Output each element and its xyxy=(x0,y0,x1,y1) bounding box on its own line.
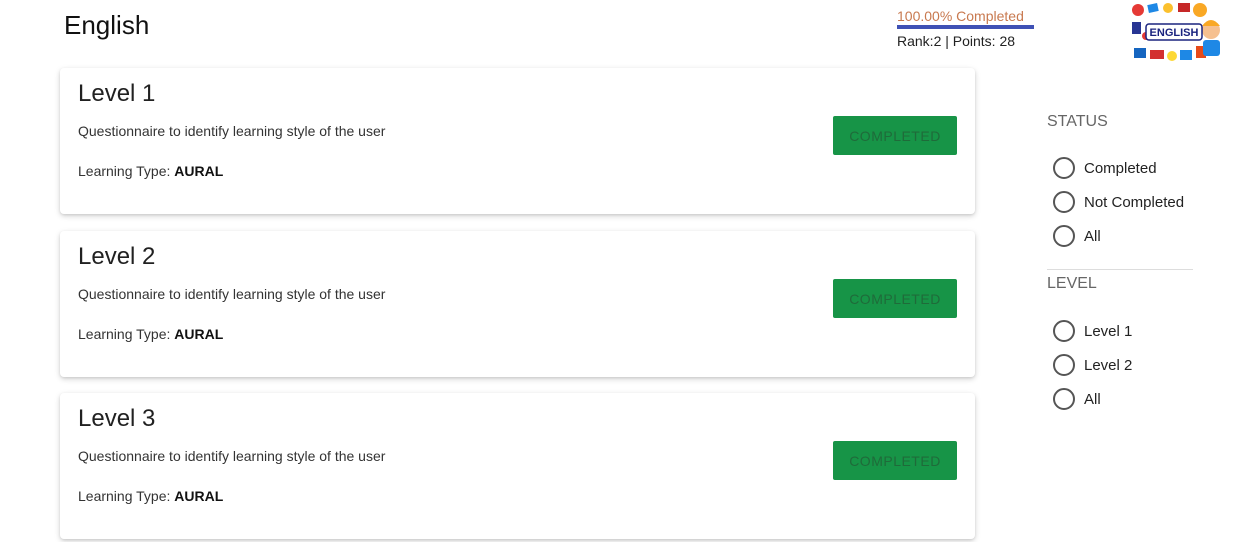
radio-label: Level 1 xyxy=(1084,322,1133,340)
radio-label: Level 2 xyxy=(1084,356,1133,374)
radio-button[interactable] xyxy=(1053,225,1075,247)
level-title: Level 1 xyxy=(78,80,156,107)
progress-text: 100.00% Completed xyxy=(897,8,1024,24)
progress-bar xyxy=(897,25,1034,29)
rank-points-text: Rank:2 | Points: 28 xyxy=(897,33,1016,49)
learning-type-label: Learning Type: xyxy=(78,163,175,179)
status-filter-completed[interactable]: Completed xyxy=(1053,157,1157,179)
svg-text:ENGLISH: ENGLISH xyxy=(1150,27,1199,39)
level-card: Level 2 Questionnaire to identify learni… xyxy=(60,231,975,377)
english-logo-illustration: ENGLISH xyxy=(1128,0,1224,66)
level-card: Level 1 Questionnaire to identify learni… xyxy=(60,68,975,214)
learning-type: Learning Type: AURAL xyxy=(78,326,223,342)
status-filter-all[interactable]: All xyxy=(1053,225,1101,247)
status-filter-not-completed[interactable]: Not Completed xyxy=(1053,191,1184,213)
level-title: Level 3 xyxy=(78,405,156,432)
radio-label: Completed xyxy=(1084,159,1157,177)
learning-type-value: AURAL xyxy=(174,488,224,504)
radio-button[interactable] xyxy=(1053,320,1075,342)
learning-type: Learning Type: AURAL xyxy=(78,163,223,179)
status-filter-heading: STATUS xyxy=(1047,113,1108,130)
radio-label: All xyxy=(1084,227,1101,245)
filter-divider xyxy=(1047,269,1193,270)
radio-label: Not Completed xyxy=(1084,193,1185,211)
level-filter-level-1[interactable]: Level 1 xyxy=(1053,320,1132,342)
completed-button[interactable]: COMPLETED xyxy=(833,116,957,155)
learning-type-label: Learning Type: xyxy=(78,488,175,504)
radio-button[interactable] xyxy=(1053,157,1075,179)
level-filter-level-2[interactable]: Level 2 xyxy=(1053,354,1132,376)
level-filter-heading: LEVEL xyxy=(1047,275,1097,292)
completed-button[interactable]: COMPLETED xyxy=(833,279,957,318)
level-description: Questionnaire to identify learning style… xyxy=(78,123,386,139)
level-title: Level 2 xyxy=(78,243,156,270)
radio-label: All xyxy=(1084,390,1101,408)
level-description: Questionnaire to identify learning style… xyxy=(78,448,386,464)
radio-button[interactable] xyxy=(1053,354,1075,376)
radio-button[interactable] xyxy=(1053,388,1075,410)
learning-type: Learning Type: AURAL xyxy=(78,488,223,504)
page-title: English xyxy=(64,10,150,40)
completed-button[interactable]: COMPLETED xyxy=(833,441,957,480)
level-filter-all[interactable]: All xyxy=(1053,388,1101,410)
learning-type-label: Learning Type: xyxy=(78,326,175,342)
level-card: Level 3 Questionnaire to identify learni… xyxy=(60,393,975,539)
radio-button[interactable] xyxy=(1053,191,1075,213)
course-logo: ENGLISH xyxy=(1128,0,1224,66)
progress-summary: 100.00% Completed Rank:2 | Points: 28 xyxy=(897,7,1034,49)
level-description: Questionnaire to identify learning style… xyxy=(78,286,386,302)
learning-type-value: AURAL xyxy=(174,163,224,179)
progress-bar-fill xyxy=(897,25,1034,29)
learning-type-value: AURAL xyxy=(174,326,224,342)
